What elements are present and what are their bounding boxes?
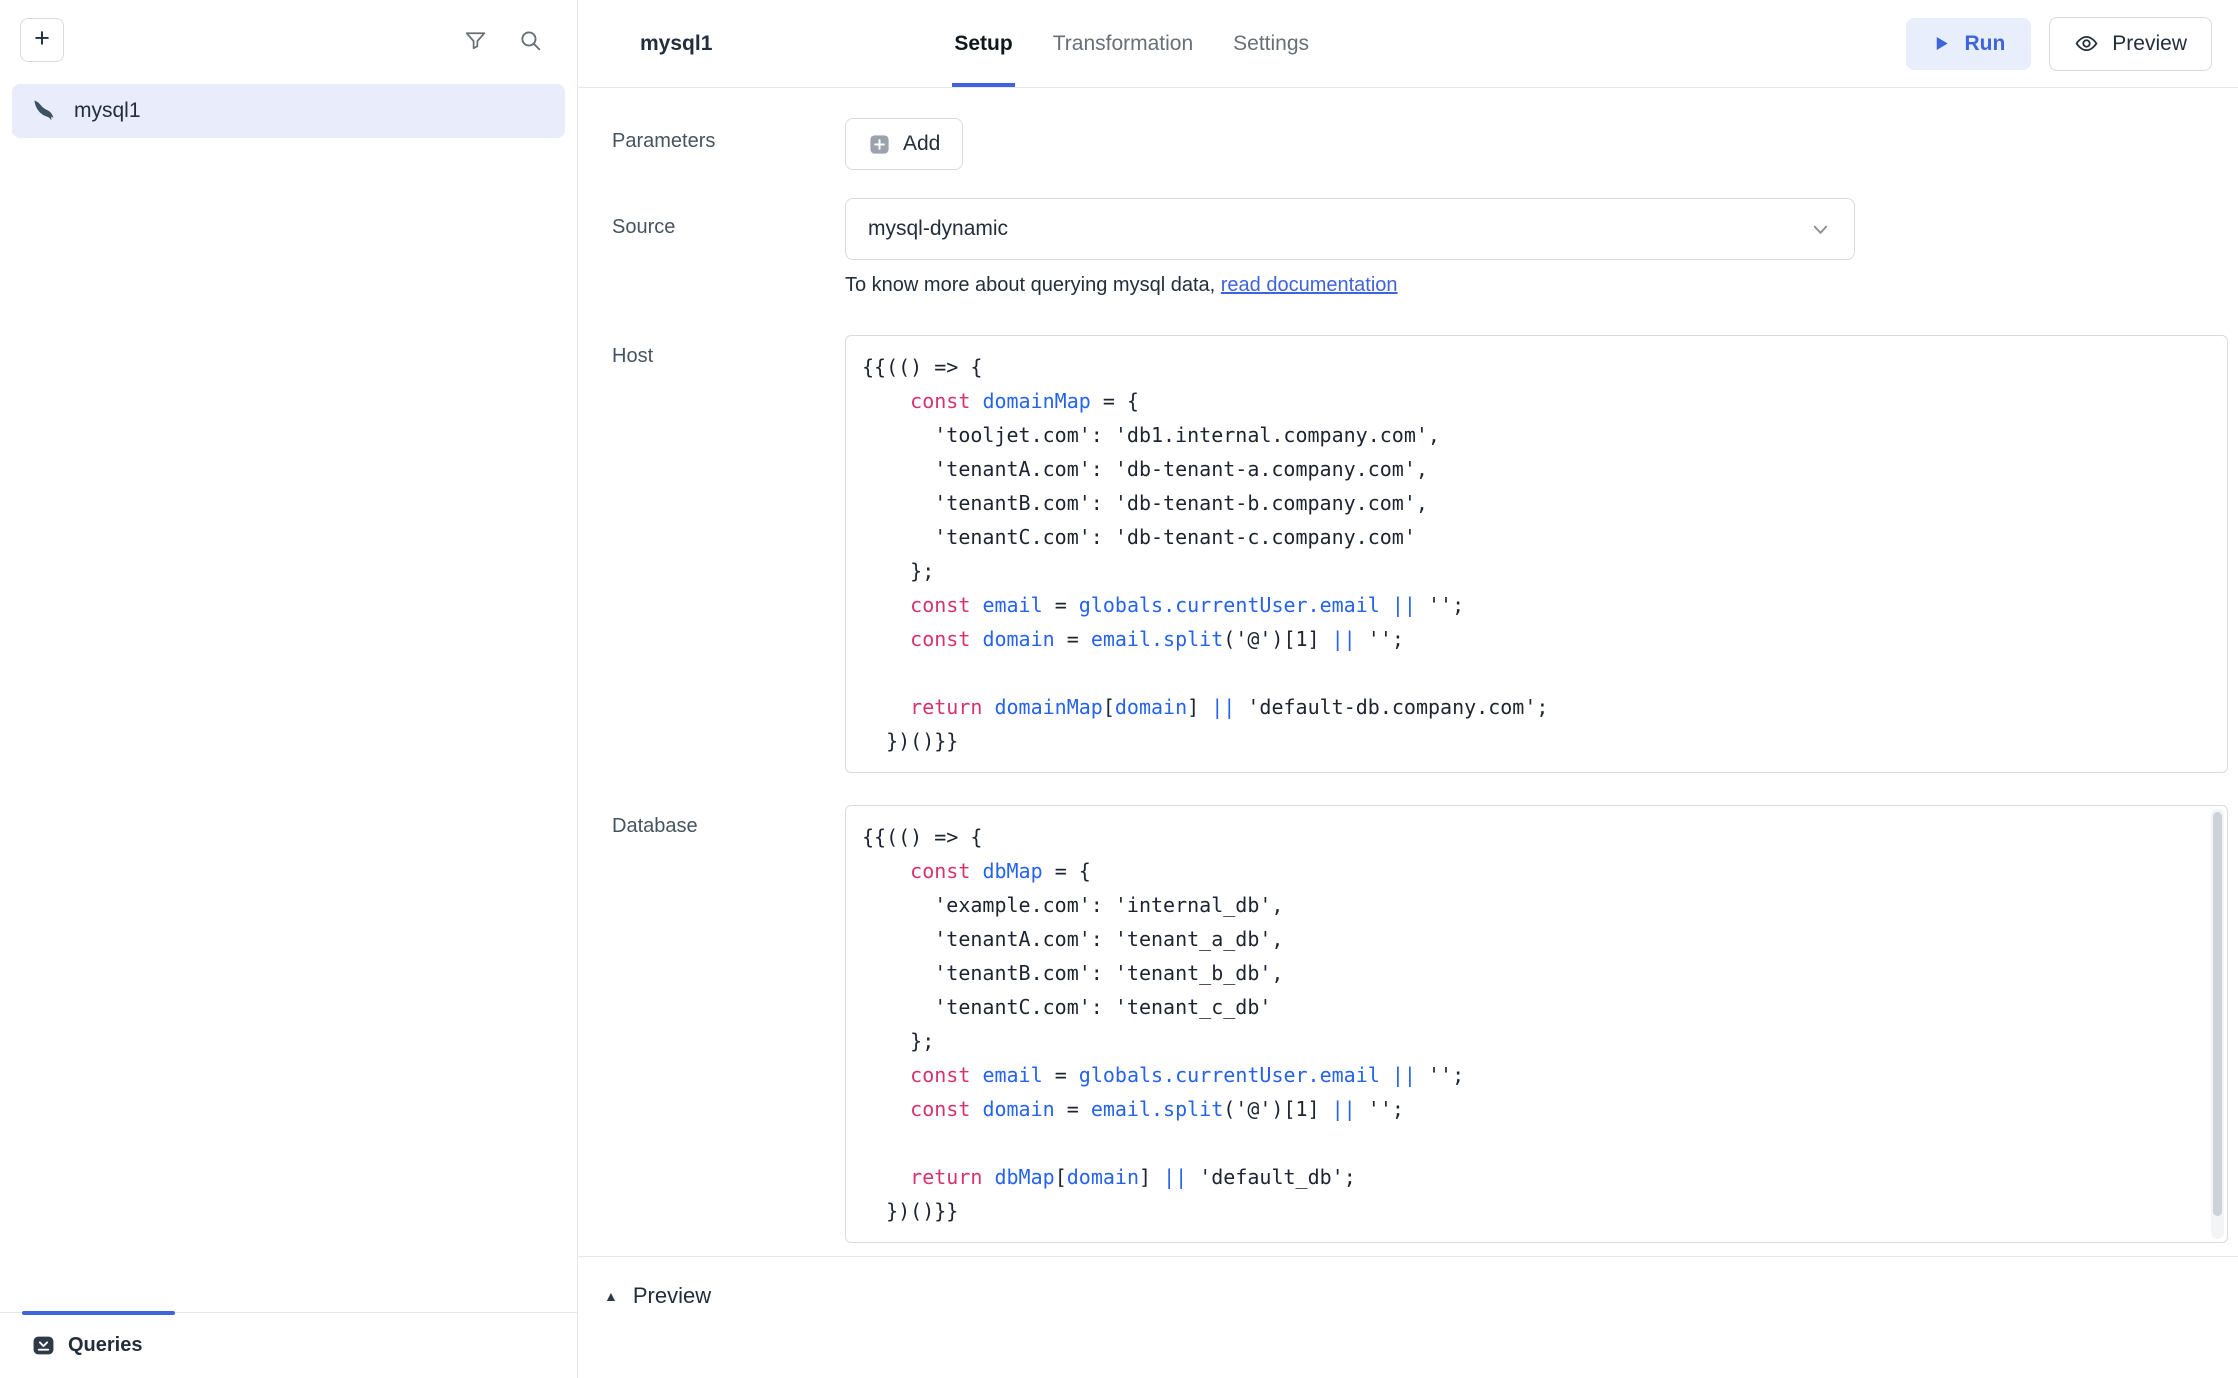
source-label: Source [612, 198, 845, 239]
queries-panel-label: Queries [68, 1334, 142, 1357]
queries-bottom-bar: Queries [0, 1312, 577, 1378]
chevron-down-icon [1809, 218, 1832, 241]
query-title: mysql1 [640, 32, 712, 56]
tab-setup[interactable]: Setup [952, 0, 1014, 87]
parameters-label: Parameters [612, 118, 845, 153]
preview-section-bar: ▲ Preview [578, 1256, 2238, 1378]
query-list-item-mysql1[interactable]: mysql1 [12, 84, 565, 138]
search-icon[interactable] [518, 28, 543, 53]
queries-panel-icon [32, 1334, 55, 1357]
run-button[interactable]: Run [1906, 18, 2031, 70]
eye-icon [2074, 31, 2099, 56]
run-button-label: Run [1964, 32, 2005, 56]
sidebar-toolbar [463, 28, 557, 53]
add-query-button[interactable]: + [20, 18, 64, 62]
setup-form: Parameters Add Source mysql-dynamic [578, 88, 2238, 1256]
source-help-prefix: To know more about querying mysql data, [845, 274, 1221, 296]
host-label: Host [612, 335, 845, 368]
source-select[interactable]: mysql-dynamic [845, 198, 1855, 260]
query-list: mysql1 [0, 76, 577, 1312]
host-code-editor[interactable]: {{(() => { const domainMap = { 'tooljet.… [845, 335, 2228, 773]
tab-settings[interactable]: Settings [1231, 0, 1311, 87]
filter-icon[interactable] [463, 28, 488, 53]
tab-transformation[interactable]: Transformation [1051, 0, 1195, 87]
source-selected-value: mysql-dynamic [868, 217, 1008, 241]
play-icon [1932, 34, 1951, 53]
scrollbar-track[interactable] [2211, 809, 2224, 1239]
queries-sidebar: + mysql1 [0, 0, 578, 1378]
database-code-editor[interactable]: {{(() => { const dbMap = { 'example.com'… [845, 805, 2228, 1243]
sidebar-header: + [0, 0, 577, 76]
preview-section-label: Preview [633, 1283, 711, 1309]
query-name: mysql1 [74, 99, 141, 123]
add-parameter-button[interactable]: Add [845, 118, 963, 170]
header-actions: Run Preview [1906, 17, 2212, 71]
query-editor-main: mysql1 Setup Transformation Settings Run [578, 0, 2238, 1378]
source-help-text: To know more about querying mysql data, … [845, 274, 2228, 297]
preview-button-label: Preview [2112, 32, 2187, 56]
active-panel-indicator [22, 1311, 175, 1315]
queries-panel-tab[interactable]: Queries [32, 1334, 142, 1357]
parameters-row: Parameters Add [612, 118, 2228, 170]
read-documentation-link[interactable]: read documentation [1221, 274, 1398, 296]
database-row: Database {{(() => { const dbMap = { 'exa… [612, 805, 2228, 1243]
source-row: Source mysql-dynamic To know more about … [612, 198, 2228, 297]
add-parameter-label: Add [903, 132, 940, 156]
mysql-icon [32, 98, 59, 125]
editor-tabs: Setup Transformation Settings [952, 0, 1311, 87]
plus-square-icon [868, 133, 891, 156]
host-row: Host {{(() => { const domainMap = { 'too… [612, 335, 2228, 773]
preview-section-toggle[interactable]: ▲ Preview [604, 1283, 2238, 1309]
preview-button[interactable]: Preview [2049, 17, 2212, 71]
scrollbar-thumb[interactable] [2213, 812, 2222, 1216]
collapse-caret-icon: ▲ [604, 1288, 618, 1304]
app-window: + mysql1 [0, 0, 2238, 1378]
database-label: Database [612, 805, 845, 838]
query-editor-header: mysql1 Setup Transformation Settings Run [578, 0, 2238, 88]
